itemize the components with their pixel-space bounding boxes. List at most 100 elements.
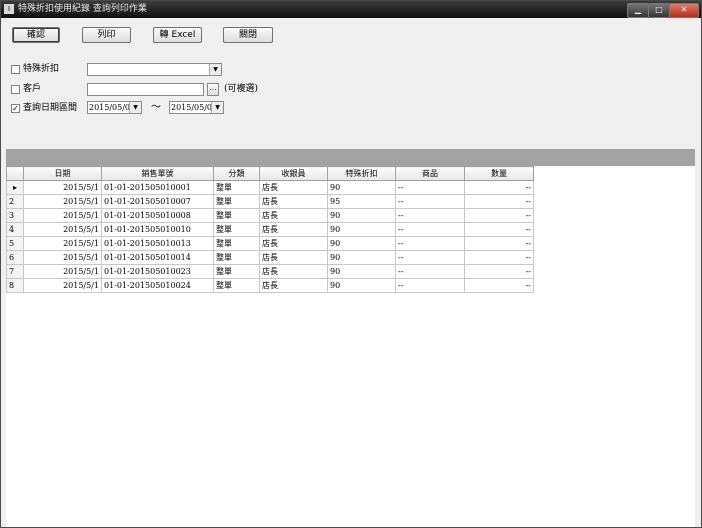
cell-cashier[interactable]: 店長 [259, 250, 328, 265]
cell-qty[interactable]: -- [464, 278, 534, 293]
calendar-dropdown-icon[interactable]: ▼ [129, 102, 141, 113]
table-row[interactable]: 8 2015/5/1 01-01-201505010024 整單 店長 90 -- -- [6, 278, 534, 293]
cell-cashier[interactable]: 店長 [259, 278, 328, 293]
cell-date[interactable]: 2015/5/1 [23, 278, 102, 293]
cell-qty[interactable]: -- [464, 194, 534, 209]
row-header[interactable]: 4 [6, 222, 24, 237]
cell-product[interactable]: -- [395, 250, 465, 265]
row-header[interactable]: 2 [6, 194, 24, 209]
cell-qty[interactable]: -- [464, 180, 534, 195]
export-excel-button[interactable]: 轉 Excel [153, 27, 202, 43]
calendar-dropdown-icon[interactable]: ▼ [211, 102, 223, 113]
cell-date[interactable]: 2015/5/1 [23, 208, 102, 223]
customer-input[interactable] [87, 83, 204, 96]
cell-discount[interactable]: 90 [327, 278, 396, 293]
table-row[interactable]: 3 2015/5/1 01-01-201505010008 整單 店長 90 -- -- [6, 208, 534, 223]
cell-product[interactable]: -- [395, 236, 465, 251]
row-header[interactable]: ▸ [6, 180, 24, 195]
column-header-category[interactable]: 分類 [213, 166, 260, 181]
cell-order-no[interactable]: 01-01-201505010014 [101, 250, 214, 265]
table-row[interactable]: 7 2015/5/1 01-01-201505010023 整單 店長 90 -- -- [6, 264, 534, 279]
app-icon[interactable]: I [4, 4, 14, 14]
date-from-picker[interactable]: 2015/05/01 ▼ [87, 101, 142, 114]
cell-category[interactable]: 整單 [213, 236, 260, 251]
title-bar[interactable]: I 特殊折扣使用紀錄 查詢列印作業 ▁ □ ✕ [1, 1, 701, 18]
cell-discount[interactable]: 90 [327, 250, 396, 265]
cell-qty[interactable]: -- [464, 264, 534, 279]
table-row[interactable]: ▸ 2015/5/1 01-01-201505010001 整單 店長 90 -- -- [6, 180, 534, 195]
cell-qty[interactable]: -- [464, 222, 534, 237]
cell-date[interactable]: 2015/5/1 [23, 222, 102, 237]
cell-order-no[interactable]: 01-01-201505010007 [101, 194, 214, 209]
cell-date[interactable]: 2015/5/1 [23, 194, 102, 209]
results-grid[interactable]: 日期 銷售單號 分類 收銀員 特殊折扣 商品 數量 ▸ 2015/5/1 01-01… [6, 166, 695, 527]
cell-date[interactable]: 2015/5/1 [23, 250, 102, 265]
table-row[interactable]: 2 2015/5/1 01-01-201505010007 整單 店長 95 -- -- [6, 194, 534, 209]
cell-cashier[interactable]: 店長 [259, 222, 328, 237]
cell-cashier[interactable]: 店長 [259, 208, 328, 223]
table-row[interactable]: 5 2015/5/1 01-01-201505010013 整單 店長 90 -- -- [6, 236, 534, 251]
print-button[interactable]: 列印 [82, 27, 131, 43]
cell-date[interactable]: 2015/5/1 [23, 264, 102, 279]
cell-category[interactable]: 整單 [213, 278, 260, 293]
cell-discount[interactable]: 90 [327, 180, 396, 195]
close-button[interactable]: 關閉 [223, 27, 273, 43]
column-header-discount[interactable]: 特殊折扣 [327, 166, 396, 181]
cell-product[interactable]: -- [395, 208, 465, 223]
column-header-cashier[interactable]: 收銀員 [259, 166, 328, 181]
confirm-button[interactable]: 確認 [12, 27, 60, 43]
cell-order-no[interactable]: 01-01-201505010024 [101, 278, 214, 293]
cell-discount[interactable]: 90 [327, 208, 396, 223]
column-header-product[interactable]: 商品 [395, 166, 465, 181]
customer-checkbox[interactable] [11, 85, 20, 94]
row-header[interactable]: 8 [6, 278, 24, 293]
cell-date[interactable]: 2015/5/1 [23, 180, 102, 195]
row-header[interactable]: 5 [6, 236, 24, 251]
cell-order-no[interactable]: 01-01-201505010008 [101, 208, 214, 223]
cell-qty[interactable]: -- [464, 250, 534, 265]
cell-cashier[interactable]: 店長 [259, 264, 328, 279]
cell-order-no[interactable]: 01-01-201505010001 [101, 180, 214, 195]
cell-order-no[interactable]: 01-01-201505010010 [101, 222, 214, 237]
column-header-qty[interactable]: 數量 [464, 166, 534, 181]
table-row[interactable]: 6 2015/5/1 01-01-201505010014 整單 店長 90 -- -- [6, 250, 534, 265]
cell-cashier[interactable]: 店長 [259, 236, 328, 251]
cell-product[interactable]: -- [395, 222, 465, 237]
cell-date[interactable]: 2015/5/1 [23, 236, 102, 251]
row-header[interactable]: 7 [6, 264, 24, 279]
cell-cashier[interactable]: 店長 [259, 180, 328, 195]
chevron-down-icon[interactable]: ▼ [209, 64, 221, 75]
cell-category[interactable]: 整單 [213, 180, 260, 195]
date-range-checkbox[interactable]: ✓ [11, 104, 20, 113]
minimize-button[interactable]: ▁ [627, 3, 649, 18]
cell-category[interactable]: 整單 [213, 208, 260, 223]
cell-order-no[interactable]: 01-01-201505010023 [101, 264, 214, 279]
cell-category[interactable]: 整單 [213, 222, 260, 237]
cell-product[interactable]: -- [395, 278, 465, 293]
special-discount-checkbox[interactable] [11, 65, 20, 74]
cell-discount[interactable]: 95 [327, 194, 396, 209]
row-header[interactable]: 6 [6, 250, 24, 265]
cell-product[interactable]: -- [395, 264, 465, 279]
maximize-button[interactable]: □ [648, 3, 670, 18]
cell-cashier[interactable]: 店長 [259, 194, 328, 209]
cell-category[interactable]: 整單 [213, 250, 260, 265]
cell-discount[interactable]: 90 [327, 236, 396, 251]
cell-discount[interactable]: 90 [327, 264, 396, 279]
column-header-order-no[interactable]: 銷售單號 [101, 166, 214, 181]
cell-qty[interactable]: -- [464, 208, 534, 223]
row-header[interactable]: 3 [6, 208, 24, 223]
window-close-button[interactable]: ✕ [669, 3, 699, 18]
cell-discount[interactable]: 90 [327, 222, 396, 237]
cell-order-no[interactable]: 01-01-201505010013 [101, 236, 214, 251]
date-to-picker[interactable]: 2015/05/01 ▼ [169, 101, 224, 114]
table-row[interactable]: 4 2015/5/1 01-01-201505010010 整單 店長 90 -- -- [6, 222, 534, 237]
customer-browse-button[interactable]: ... [207, 83, 219, 96]
cell-product[interactable]: -- [395, 180, 465, 195]
cell-category[interactable]: 整單 [213, 194, 260, 209]
cell-product[interactable]: -- [395, 194, 465, 209]
column-header-date[interactable]: 日期 [23, 166, 102, 181]
special-discount-dropdown[interactable]: ▼ [87, 63, 222, 76]
cell-qty[interactable]: -- [464, 236, 534, 251]
cell-category[interactable]: 整單 [213, 264, 260, 279]
